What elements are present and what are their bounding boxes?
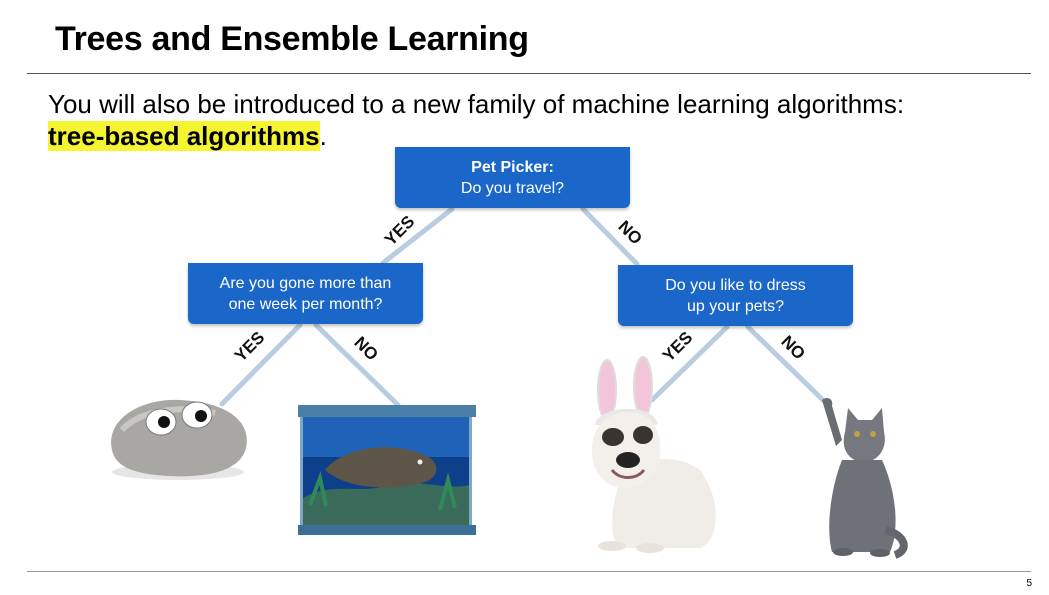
- bulldog-bunny-ears-image: [591, 356, 716, 553]
- page-number: 5: [1026, 578, 1032, 589]
- right-decision-box: Do you like to dress up your pets?: [618, 265, 853, 326]
- left-box-line1: Are you gone more than: [219, 274, 392, 292]
- root-box-question: Do you travel?: [460, 179, 565, 197]
- edge-left-no: [313, 322, 401, 408]
- pet-rock-image: [111, 399, 247, 480]
- tree-diagram-art: [111, 206, 908, 559]
- fish-tank-image: [298, 405, 476, 535]
- grey-cat-image: [822, 398, 908, 559]
- root-box-title: Pet Picker:: [471, 158, 554, 176]
- right-box-line2: up your pets?: [687, 297, 784, 315]
- right-box-line1: Do you like to dress: [665, 276, 806, 294]
- left-decision-box: Are you gone more than one week per mont…: [188, 263, 423, 324]
- bottom-divider: [27, 571, 1031, 572]
- left-box-line2: one week per month?: [228, 295, 383, 313]
- root-decision-box: Pet Picker: Do you travel?: [395, 147, 630, 208]
